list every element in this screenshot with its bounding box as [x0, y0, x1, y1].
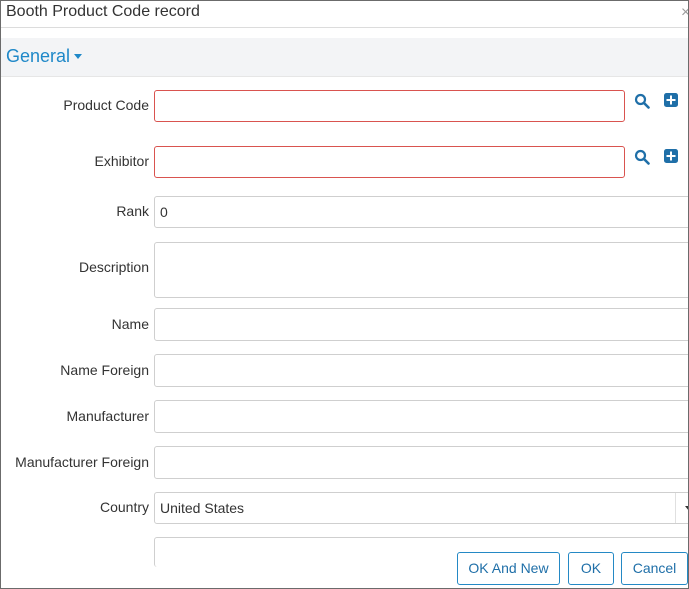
ok-and-new-button[interactable]: OK And New	[457, 552, 560, 585]
exhibitor-input[interactable]	[154, 146, 625, 178]
country-select[interactable]: United States	[154, 492, 688, 524]
manufacturer-input[interactable]	[154, 400, 688, 433]
booth-product-code-dialog: Booth Product Code record × General Prod…	[0, 0, 689, 589]
country-selected-value: United States	[160, 500, 245, 516]
rank-input[interactable]	[154, 196, 688, 228]
search-icon[interactable]	[634, 93, 650, 109]
select-divider	[675, 493, 676, 523]
product-code-input[interactable]	[154, 90, 625, 122]
country-label: Country	[99, 499, 149, 515]
section-title: General	[6, 46, 71, 66]
dialog-titlebar: Booth Product Code record ×	[1, 1, 688, 28]
close-icon[interactable]: ×	[681, 4, 688, 22]
add-square-icon[interactable]	[663, 92, 679, 108]
exhibitor-label: Exhibitor	[94, 153, 149, 169]
product-code-label: Product Code	[63, 97, 149, 113]
name-foreign-input[interactable]	[154, 354, 688, 387]
manufacturer-foreign-input[interactable]	[154, 446, 688, 479]
manufacturer-label: Manufacturer	[66, 408, 149, 424]
rank-label: Rank	[116, 203, 149, 219]
name-input[interactable]	[154, 308, 688, 341]
ok-button[interactable]: OK	[568, 552, 614, 585]
section-header-general: General	[1, 38, 688, 77]
dialog-title: Booth Product Code record	[6, 3, 200, 20]
manufacturer-foreign-label: Manufacturer Foreign	[15, 454, 149, 470]
cancel-button[interactable]: Cancel	[621, 552, 688, 585]
name-label: Name	[111, 316, 149, 332]
section-toggle-general[interactable]: General	[6, 46, 83, 67]
description-textarea[interactable]	[154, 242, 688, 298]
add-square-icon[interactable]	[663, 148, 679, 164]
chevron-down-icon[interactable]	[685, 506, 688, 511]
caret-down-icon	[74, 54, 83, 59]
name-foreign-label: Name Foreign	[60, 362, 149, 378]
description-label: Description	[78, 259, 149, 275]
search-icon[interactable]	[634, 149, 650, 165]
